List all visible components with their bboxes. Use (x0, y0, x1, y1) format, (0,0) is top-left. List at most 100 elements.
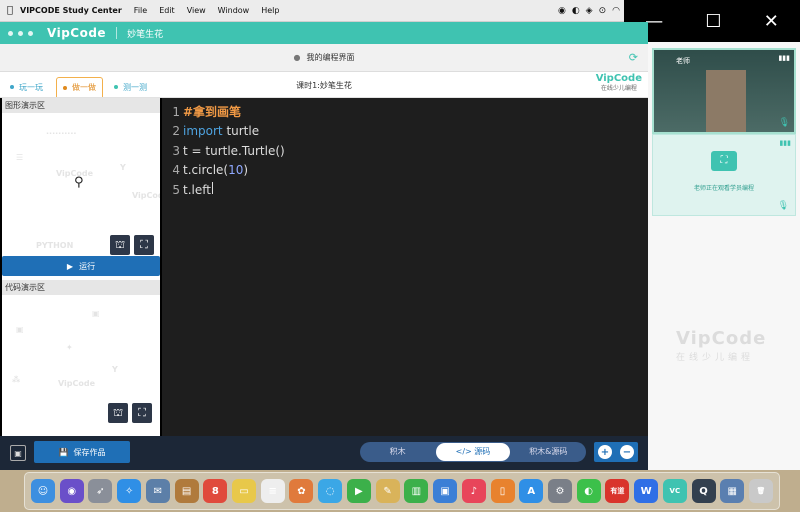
menu-edit[interactable]: Edit (159, 6, 175, 15)
window-controls: — ☐ ✕ (624, 0, 800, 42)
menu-file[interactable]: File (134, 6, 147, 15)
exit-fullscreen-icon[interactable]: ▣ (10, 445, 26, 461)
menu-view[interactable]: View (187, 6, 206, 15)
volume-icon[interactable]: ⊙ (599, 6, 607, 16)
mail-icon[interactable]: ✉ (145, 479, 170, 503)
mic-icon: 🎙 (778, 118, 790, 128)
contacts-icon[interactable]: ▤ (174, 479, 199, 503)
trash-icon[interactable]: 🗑 (748, 479, 773, 503)
facetime-icon[interactable]: ▶ (346, 479, 371, 503)
code-line[interactable]: 4 t.circle(10) (162, 161, 648, 181)
brand-tagline: 在线少儿编程 (600, 85, 637, 92)
dock: ☺ ◉ ➶ ✧ ✉ ▤ 8 ▭ ≡ ✿ ◌ ▶ ✎ ▥ ▣ ♪ ▯ A ⚙ ◐ 有道 W VC Q ▦ 🗑 (24, 472, 780, 510)
brand-name: VipCode (595, 73, 642, 84)
zoom-in-icon[interactable]: + (598, 445, 612, 459)
lesson-title: 课时1:妙笔生花 (296, 81, 352, 90)
finder-icon[interactable]: ☺ (31, 479, 55, 503)
record-icon[interactable]: ◉ (558, 6, 566, 16)
header-title: 妙笔生花 (127, 29, 164, 40)
mic-icon: 🎙 (777, 201, 789, 211)
refresh-icon[interactable]: ⟳ (629, 51, 638, 64)
code-line[interactable]: 2 import turtle (162, 122, 648, 142)
graphics-canvas[interactable]: ·········· ☰ VipCode Y VipCode PYTHON ⚲ … (2, 113, 160, 256)
left-panel: 图形演示区 ·········· ☰ VipCode Y VipCode PYT… (2, 98, 160, 436)
run-label: 运行 (79, 261, 96, 271)
code-line[interactable]: 3t = turtle.Turtle() (162, 141, 648, 161)
keynote-icon[interactable]: ▣ (433, 479, 458, 503)
launchpad-icon[interactable]: ➶ (88, 479, 113, 503)
code-line[interactable]: 5 t.left (162, 180, 648, 200)
code-editor[interactable]: 1 #拿到画笔 2 import turtle 3 t = turtle.Turtle()… (162, 98, 648, 436)
music-icon[interactable]: ♪ (461, 479, 486, 503)
notes-icon[interactable]: ▭ (232, 479, 257, 503)
mode-blocks[interactable]: 积木 (361, 443, 434, 461)
code-canvas[interactable]: ▣ ▣ ✦ Y ⁂ VipCode ⛫ ⛶ (2, 295, 160, 436)
code-text: import turtle (183, 124, 260, 139)
save-button[interactable]: 💾 保存作品 (34, 441, 130, 463)
turtle-cursor-icon: ⚲ (74, 175, 84, 190)
control-icon[interactable]: ◈ (586, 6, 593, 16)
subheader: ● 我的编程界面 ⟳ (0, 44, 648, 72)
wps-icon[interactable]: W (634, 479, 659, 503)
reminders-icon[interactable]: ≡ (260, 479, 285, 503)
zoom-out-icon[interactable]: − (620, 445, 634, 459)
preview-icon[interactable]: ▦ (720, 479, 745, 503)
teacher-video[interactable]: 老师 ▮▮▮ 🎙 (652, 48, 796, 134)
photos-icon[interactable]: ✿ (289, 479, 314, 503)
video-panel: 老师 ▮▮▮ 🎙 ▮▮▮ ⛶ 老师正在观看学员编程 🎙 VipCode 在线少儿… (648, 42, 800, 470)
subheader-title: 我的编程界面 (306, 53, 355, 62)
signal-icon: ▮▮▮ (778, 54, 790, 62)
maximize-icon[interactable]: ☐ (705, 11, 721, 32)
line-number: 3 (172, 143, 180, 158)
screen-share-icon: ⛶ (711, 151, 737, 171)
code-panel-title: 代码演示区 (2, 280, 160, 295)
header-logo: VipCode (47, 26, 107, 40)
app-header: VipCode 妙笔生花 (0, 22, 648, 44)
graphics-panel-title: 图形演示区 (2, 98, 160, 113)
books-icon[interactable]: ▯ (490, 479, 515, 503)
apple-icon[interactable]:  (0, 5, 20, 16)
close-icon[interactable]: ✕ (764, 11, 779, 32)
save-label: 保存作品 (73, 447, 106, 457)
mac-menubar:  VIPCODE Study Center File Edit View Wi… (0, 0, 624, 22)
teacher-face (706, 70, 746, 132)
play-icon: ▶ (66, 261, 74, 271)
fullscreen-icon[interactable]: ⛶ (134, 235, 154, 255)
window-dots (8, 30, 33, 36)
appstore-icon[interactable]: A (519, 479, 544, 503)
teacher-tag: 老师 (676, 57, 690, 65)
line-number: 1 (172, 104, 180, 119)
zoom-controls: + − (594, 442, 638, 462)
wifi-icon[interactable]: ◠ (612, 6, 620, 16)
bottom-toolbar: ▣ 💾 保存作品 积木 </> 源码 积木&源码 + − (0, 436, 648, 470)
menu-help[interactable]: Help (261, 6, 279, 15)
code-text: t.circle(10) (183, 163, 249, 178)
shell-icon[interactable]: ⛫ (108, 403, 128, 423)
run-button[interactable]: ▶ 运行 (2, 256, 160, 276)
freeform-icon[interactable]: ✎ (375, 479, 400, 503)
code-text: t.left (183, 182, 213, 198)
safari-icon[interactable]: ✧ (117, 479, 142, 503)
settings-icon[interactable]: ⚙ (547, 479, 572, 503)
mode-blocks-and-code[interactable]: 积木&源码 (512, 443, 585, 461)
code-line[interactable]: 1 #拿到画笔 (162, 102, 648, 122)
youdao-icon[interactable]: 有道 (605, 479, 630, 503)
mode-switch: 积木 </> 源码 积木&源码 (360, 442, 586, 462)
fullscreen-icon[interactable]: ⛶ (132, 403, 152, 423)
numbers-icon[interactable]: ▥ (404, 479, 429, 503)
wechat-icon[interactable]: ◐ (576, 479, 601, 503)
wechat-status-icon[interactable]: ◐ (572, 6, 580, 16)
siri-icon[interactable]: ◉ (59, 479, 84, 503)
quicktime-icon[interactable]: Q (691, 479, 716, 503)
menu-window[interactable]: Window (218, 6, 250, 15)
messages-icon[interactable]: ◌ (318, 479, 343, 503)
mode-code[interactable]: </> 源码 (436, 443, 510, 461)
save-icon: 💾 (58, 447, 69, 457)
line-number: 4 (172, 163, 180, 178)
vipcode-icon[interactable]: VC (662, 479, 687, 503)
shell-icon[interactable]: ⛫ (110, 235, 130, 255)
watermark-logo: VipCode (676, 328, 767, 349)
brand-logo: VipCode 在线少儿编程 (596, 74, 642, 94)
menu-app-name[interactable]: VIPCODE Study Center (20, 6, 122, 15)
calendar-icon[interactable]: 8 (203, 479, 228, 503)
